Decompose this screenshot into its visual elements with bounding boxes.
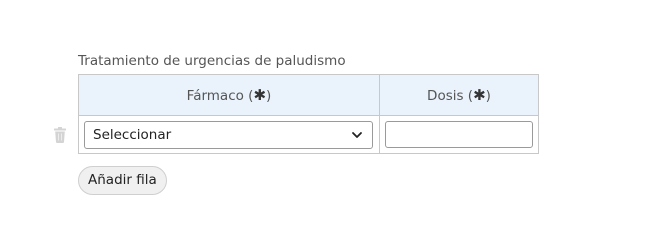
malaria-emergency-treatment-section: Tratamiento de urgencias de paludismo Fá… bbox=[0, 0, 654, 250]
section-title: Tratamiento de urgencias de paludismo bbox=[78, 53, 346, 69]
required-mark: ✱ bbox=[253, 86, 267, 104]
column-header-dose-label: Dosis ( bbox=[427, 88, 474, 104]
drug-select-value: Seleccionar bbox=[93, 127, 172, 143]
column-header-dose: Dosis (✱) bbox=[380, 75, 538, 115]
required-mark: ✱ bbox=[473, 86, 486, 104]
drug-select[interactable]: Seleccionar bbox=[84, 121, 373, 149]
column-header-drug: Fármaco (✱) bbox=[79, 75, 379, 115]
column-header-dose-suffix: ) bbox=[485, 88, 491, 104]
add-row-button[interactable]: Añadir fila bbox=[78, 166, 167, 195]
column-header-drug-suffix: ) bbox=[266, 88, 272, 104]
dose-input[interactable] bbox=[385, 121, 533, 148]
trash-icon[interactable] bbox=[53, 127, 67, 143]
chevron-down-icon bbox=[352, 132, 362, 138]
column-header-drug-label: Fármaco ( bbox=[186, 88, 254, 104]
treatment-table: Fármaco (✱) Dosis (✱) Seleccionar bbox=[78, 74, 539, 154]
